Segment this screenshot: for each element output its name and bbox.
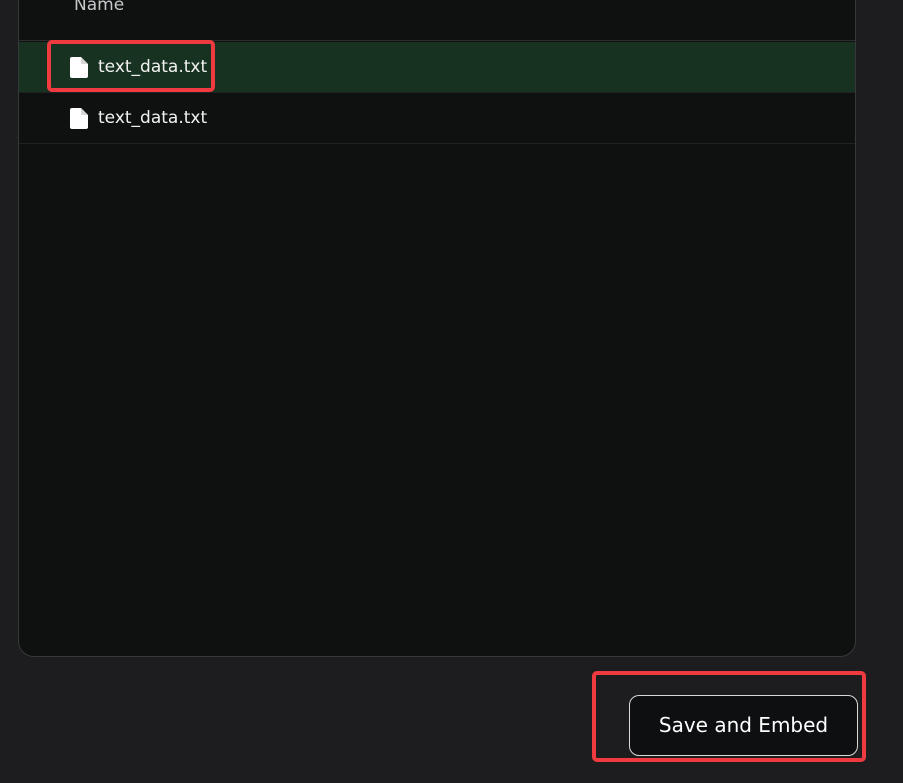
- file-row-selected[interactable]: text_data.txt: [19, 42, 855, 93]
- file-row[interactable]: text_data.txt: [19, 93, 855, 144]
- column-header-name[interactable]: Name: [74, 0, 124, 14]
- file-list-panel: Name text_data.txt text_data.txt: [18, 0, 856, 657]
- page: Name text_data.txt text_data.txt Save an…: [0, 0, 903, 783]
- table-header: Name: [19, 0, 855, 41]
- save-and-embed-button[interactable]: Save and Embed: [629, 695, 858, 756]
- file-icon: [70, 108, 88, 129]
- file-name: text_data.txt: [98, 57, 208, 77]
- file-icon: [70, 57, 88, 78]
- file-name: text_data.txt: [98, 108, 208, 128]
